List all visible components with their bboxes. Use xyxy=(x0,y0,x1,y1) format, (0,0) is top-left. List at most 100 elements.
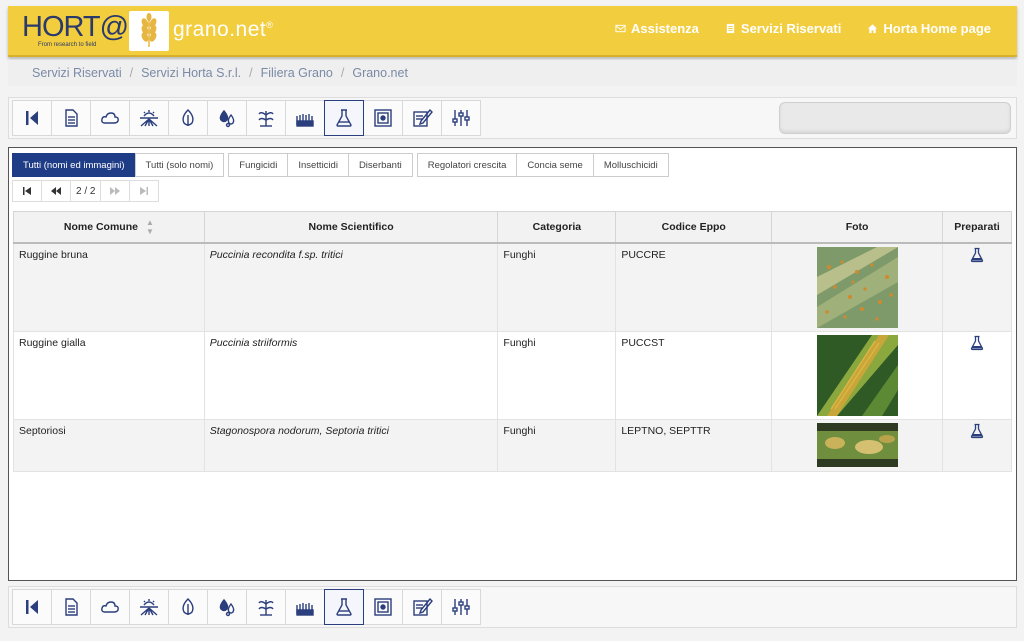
filter-tab-diserbanti[interactable]: Diserbanti xyxy=(347,153,413,177)
sort-icon[interactable]: ▲ ▼ xyxy=(146,218,154,236)
filter-tab-concia-seme[interactable]: Concia seme xyxy=(516,153,594,177)
sun-field-icon xyxy=(140,599,158,616)
toolbar-back-button[interactable] xyxy=(12,100,52,136)
toolbar-field-button[interactable] xyxy=(129,589,169,625)
toolbar-nutrition-button[interactable] xyxy=(168,589,208,625)
document-icon xyxy=(65,109,78,127)
cell-categoria: Funghi xyxy=(497,242,617,332)
toolbar-notes-button[interactable] xyxy=(402,589,442,625)
insects-icon xyxy=(296,114,314,127)
nav-assistenza[interactable]: Assistenza xyxy=(615,21,699,36)
notepad-icon xyxy=(413,108,433,127)
toolbar-settings-button[interactable] xyxy=(441,589,481,625)
home-icon xyxy=(868,24,878,34)
filter-tab-fungicidi[interactable]: Fungicidi xyxy=(228,153,289,177)
horta-logo[interactable]: HORT@ From research to field xyxy=(22,12,129,52)
filter-tab-insetticidi[interactable]: Insetticidi xyxy=(287,153,349,177)
toolbar-settings-button[interactable] xyxy=(441,100,481,136)
brown-rust-photo[interactable] xyxy=(816,246,898,328)
breadcrumb-servizi-riservati[interactable]: Servizi Riservati xyxy=(32,66,122,80)
toolbar-weeds-button[interactable] xyxy=(246,589,286,625)
leaf-drop-icon xyxy=(182,109,194,126)
cell-preparati xyxy=(941,331,1013,420)
yellow-rust-photo[interactable] xyxy=(816,335,898,416)
nav-horta-home[interactable]: Horta Home page xyxy=(867,21,991,36)
toolbar-weeds-button[interactable] xyxy=(246,100,286,136)
breadcrumb-grano-net[interactable]: Grano.net xyxy=(352,66,408,80)
pager-next-button[interactable] xyxy=(100,180,131,202)
envelope-icon xyxy=(615,24,626,33)
toolbar-weather-button[interactable] xyxy=(90,589,130,625)
toolbar-search-box[interactable] xyxy=(779,102,1011,134)
toolbar-field-button[interactable] xyxy=(129,100,169,136)
table-row[interactable]: Ruggine gialla Puccinia striiformis Fung… xyxy=(13,331,1013,420)
toolbar-irrigation-button[interactable] xyxy=(207,589,247,625)
pager-last-button[interactable] xyxy=(129,180,160,202)
category-filter-tabs: Tutti (nomi ed immagini) Tutti (solo nom… xyxy=(12,153,669,177)
toolbar-nutrition-button[interactable] xyxy=(168,100,208,136)
sun-field-icon xyxy=(140,110,158,127)
breadcrumb-servizi-horta[interactable]: Servizi Horta S.r.l. xyxy=(141,66,241,80)
document-icon xyxy=(726,23,735,34)
table-row[interactable]: Ruggine bruna Puccinia recondita f.sp. t… xyxy=(13,242,1013,332)
filter-tab-regolatori-crescita[interactable]: Regolatori crescita xyxy=(416,153,518,177)
sliders-icon xyxy=(452,599,470,615)
pathogens-table: Nome Comune ▲ ▼ Nome Scientifico Categoria… xyxy=(13,211,1013,472)
back-first-icon xyxy=(26,111,38,125)
cell-categoria: Funghi xyxy=(497,419,617,472)
column-header-nome-comune[interactable]: Nome Comune ▲ ▼ xyxy=(13,211,205,244)
toolbar-products-button[interactable] xyxy=(324,100,364,136)
pager-prev-button[interactable] xyxy=(41,180,71,202)
breadcrumb-separator: / xyxy=(129,66,134,80)
filter-tab-tutti-nomi[interactable]: Tutti (solo nomi) xyxy=(134,153,225,177)
toolbar-products-button[interactable] xyxy=(324,589,364,625)
nav-servizi-riservati[interactable]: Servizi Riservati xyxy=(725,21,841,36)
water-drops-icon xyxy=(219,109,235,128)
site-name[interactable]: grano.net® xyxy=(173,18,273,42)
toolbar-map-button[interactable] xyxy=(363,100,403,136)
toolbar-irrigation-button[interactable] xyxy=(207,100,247,136)
next-page-icon xyxy=(110,187,121,195)
flask-icon[interactable] xyxy=(969,423,985,439)
cell-nome-scientifico: Puccinia striiformis xyxy=(203,331,499,420)
cell-foto xyxy=(771,331,943,420)
flask-icon[interactable] xyxy=(969,247,985,263)
nav-horta-home-label: Horta Home page xyxy=(883,21,991,36)
flask-icon xyxy=(336,109,352,127)
column-header-foto: Foto xyxy=(771,211,943,244)
cloud-icon xyxy=(101,112,119,124)
table-header-row: Nome Comune ▲ ▼ Nome Scientifico Categoria… xyxy=(13,211,1013,244)
cell-foto xyxy=(771,242,943,332)
cell-preparati xyxy=(941,419,1013,472)
top-navigation: Assistenza Servizi Riservati Horta Home … xyxy=(615,21,991,36)
toolbar-document-button[interactable] xyxy=(51,589,91,625)
cell-nome-comune: Septoriosi xyxy=(13,419,205,472)
wheat-icon xyxy=(129,11,169,51)
weed-plant-icon xyxy=(258,600,274,616)
cell-codice-eppo: LEPTNO, SEPTTR xyxy=(615,419,773,472)
nav-assistenza-label: Assistenza xyxy=(630,21,699,36)
cell-preparati xyxy=(941,242,1013,332)
horta-logo-tagline: From research to field xyxy=(38,42,97,48)
first-page-icon xyxy=(23,187,31,195)
breadcrumb-filiera-grano[interactable]: Filiera Grano xyxy=(261,66,333,80)
toolbar-weather-button[interactable] xyxy=(90,100,130,136)
filter-tab-tutti-immagini[interactable]: Tutti (nomi ed immagini) xyxy=(12,153,136,177)
toolbar-notes-button[interactable] xyxy=(402,100,442,136)
weed-plant-icon xyxy=(258,111,274,127)
toolbar-document-button[interactable] xyxy=(51,100,91,136)
toolbar-map-button[interactable] xyxy=(363,589,403,625)
column-header-codice-eppo: Codice Eppo xyxy=(615,211,773,244)
septoria-photo[interactable] xyxy=(816,423,898,467)
breadcrumb: Servizi Riservati / Servizi Horta S.r.l. /… xyxy=(8,60,1017,86)
flask-icon[interactable] xyxy=(969,335,985,351)
pager-first-button[interactable] xyxy=(12,180,42,202)
table-row[interactable]: Septoriosi Stagonospora nodorum, Septori… xyxy=(13,419,1013,472)
page-indicator: 2 / 2 xyxy=(70,180,102,202)
toolbar-back-button[interactable] xyxy=(12,589,52,625)
last-page-icon xyxy=(140,187,149,195)
toolbar-pests-button[interactable] xyxy=(285,589,325,625)
cell-nome-comune: Ruggine bruna xyxy=(13,242,205,332)
filter-tab-molluschicidi[interactable]: Molluschicidi xyxy=(592,153,669,177)
toolbar-pests-button[interactable] xyxy=(285,100,325,136)
